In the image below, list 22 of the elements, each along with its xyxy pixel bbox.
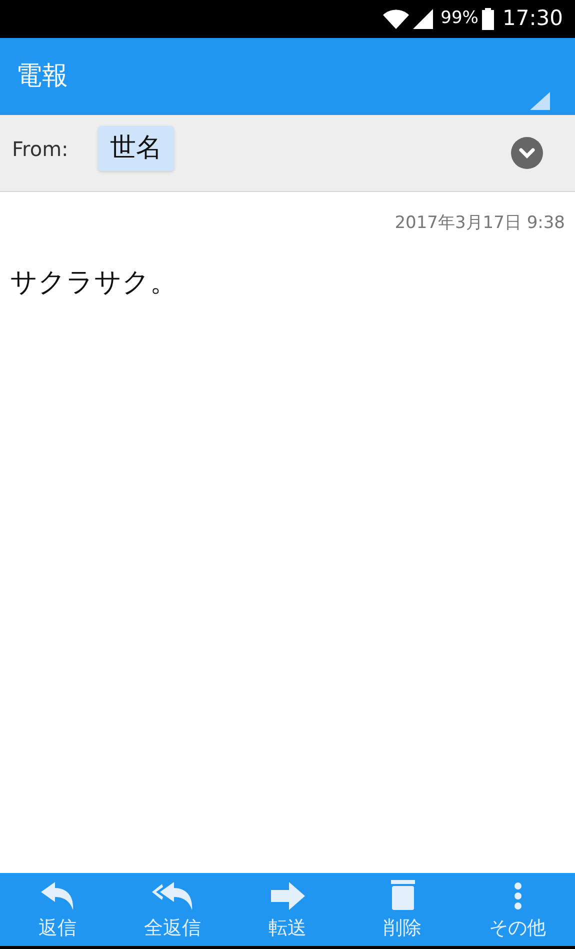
corner-triangle-icon xyxy=(530,92,550,110)
battery-percent: 99% xyxy=(440,7,478,30)
wifi-icon xyxy=(382,9,409,29)
clock: 17:30 xyxy=(502,5,563,32)
reply-icon xyxy=(40,882,74,910)
message-body: サクラサク。 xyxy=(10,266,178,300)
signal-icon xyxy=(412,9,433,29)
toolbar-button[interactable]: 転送 xyxy=(230,873,345,946)
reply-all-icon xyxy=(152,882,194,910)
toolbar-button[interactable]: 全返信 xyxy=(115,873,230,946)
from-label: From: xyxy=(12,136,70,163)
toolbar-button[interactable]: その他 xyxy=(460,873,575,946)
trash-icon xyxy=(390,880,414,910)
chevron-down-icon[interactable] xyxy=(511,137,543,169)
more-icon xyxy=(514,882,522,910)
battery-icon xyxy=(482,8,494,30)
header-title: 電報 xyxy=(16,60,68,93)
toolbar-button[interactable]: 削除 xyxy=(345,873,460,946)
message-date: 2017年3月17日 9:38 xyxy=(394,212,565,235)
toolbar-button[interactable]: 返信 xyxy=(0,873,115,946)
right-arrow-icon xyxy=(270,882,304,910)
sender-chip[interactable]: 世名 xyxy=(98,126,174,171)
